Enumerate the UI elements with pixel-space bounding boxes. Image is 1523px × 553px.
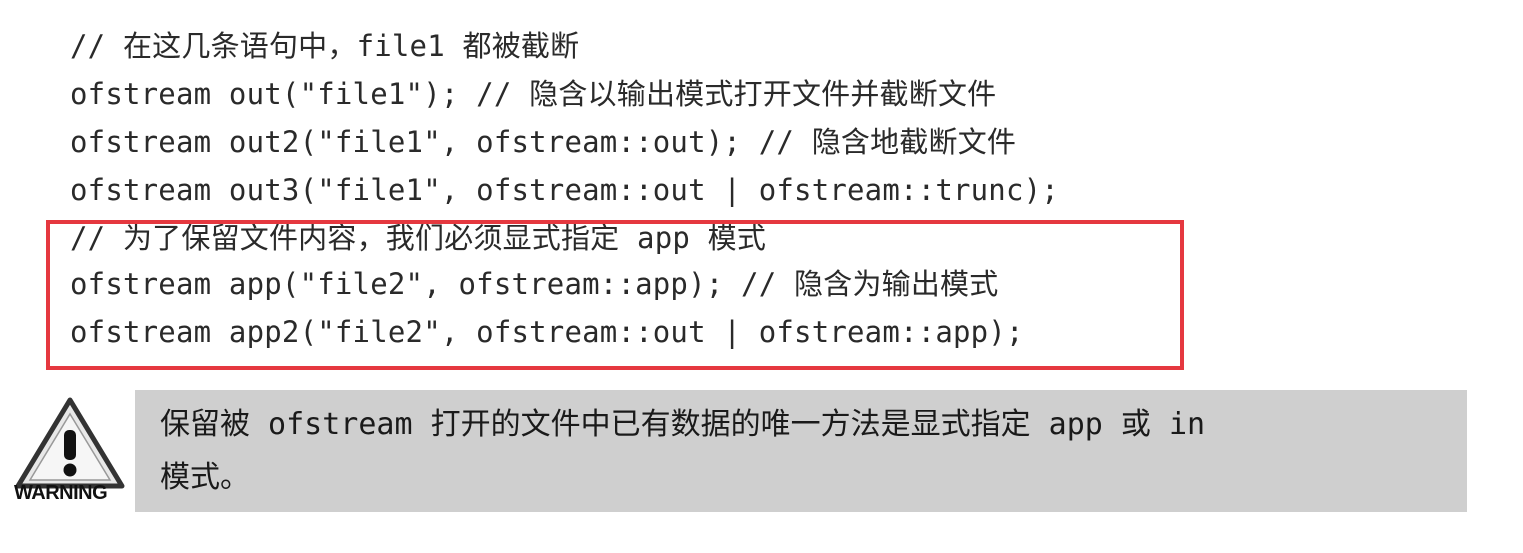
code-line: ofstream out("file1"); // 隐含以输出模式打开文件并截断… <box>70 77 997 111</box>
warning-text-line: 保留被 ofstream 打开的文件中已有数据的唯一方法是显式指定 app 或 … <box>160 407 1206 442</box>
code-line: ofstream out3("file1", ofstream::out | o… <box>70 173 1059 207</box>
code-line: ofstream out2("file1", ofstream::out); /… <box>70 125 1017 159</box>
highlight-box <box>46 220 1184 370</box>
warning-text-line: 模式。 <box>160 460 250 495</box>
warning-label: WARNING <box>14 482 108 504</box>
code-comment-line: // 在这几条语句中，file1 都被截断 <box>70 29 580 63</box>
